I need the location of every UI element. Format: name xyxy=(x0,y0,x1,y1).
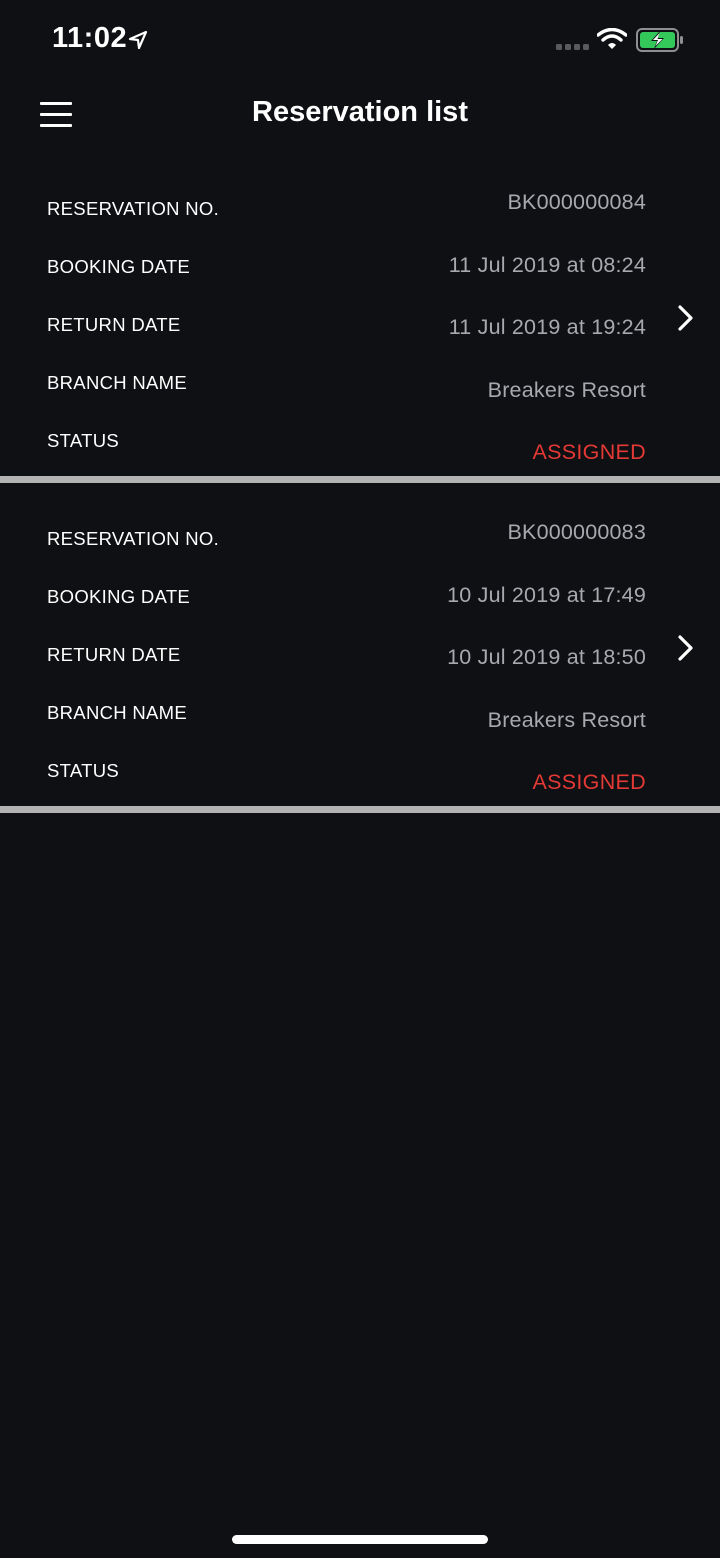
status-row: STATUS ASSIGNED xyxy=(0,412,720,464)
return-date-label: RETURN DATE xyxy=(47,314,181,335)
branch-name-label: BRANCH NAME xyxy=(47,372,188,393)
branch-name-row: BRANCH NAME Breakers Resort xyxy=(0,354,720,402)
chevron-right-icon[interactable] xyxy=(674,633,696,663)
home-indicator[interactable] xyxy=(232,1535,488,1544)
return-date-row: RETURN DATE 11 Jul 2019 at 19:24 xyxy=(0,296,720,339)
booking-date-value: 11 Jul 2019 at 08:24 xyxy=(448,253,646,277)
battery-charging-icon xyxy=(636,28,683,52)
status-bar: 11:02 xyxy=(0,0,720,80)
branch-name-value: Breakers Resort xyxy=(487,378,646,402)
wifi-icon xyxy=(597,28,627,49)
reservation-no-label: RESERVATION NO. xyxy=(47,198,220,219)
card-divider xyxy=(0,476,720,483)
reservation-no-value: BK000000084 xyxy=(507,190,646,214)
reservation-card[interactable]: RESERVATION NO. BK000000084 BOOKING DATE… xyxy=(0,180,720,480)
status-label: STATUS xyxy=(47,430,120,451)
status-time: 11:02 xyxy=(52,22,128,54)
branch-name-row: BRANCH NAME Breakers Resort xyxy=(0,684,720,732)
reservation-card[interactable]: RESERVATION NO. BK000000083 BOOKING DATE… xyxy=(0,510,720,810)
reservation-no-value: BK000000083 xyxy=(507,520,646,544)
page-title: Reservation list xyxy=(252,96,468,128)
booking-date-label: BOOKING DATE xyxy=(47,256,191,277)
signal-icon xyxy=(556,44,589,50)
branch-name-label: BRANCH NAME xyxy=(47,702,188,723)
reservation-no-label: RESERVATION NO. xyxy=(47,528,220,549)
status-row: STATUS ASSIGNED xyxy=(0,742,720,794)
booking-date-value: 10 Jul 2019 at 17:49 xyxy=(447,583,646,607)
booking-date-label: BOOKING DATE xyxy=(47,586,191,607)
return-date-value: 10 Jul 2019 at 18:50 xyxy=(447,645,646,669)
booking-date-row: BOOKING DATE 11 Jul 2019 at 08:24 xyxy=(0,238,720,278)
reservation-no-row: RESERVATION NO. BK000000084 xyxy=(0,180,720,220)
reservation-no-row: RESERVATION NO. BK000000083 xyxy=(0,510,720,550)
booking-date-row: BOOKING DATE 10 Jul 2019 at 17:49 xyxy=(0,568,720,608)
status-badge: ASSIGNED xyxy=(532,770,646,794)
location-arrow-icon xyxy=(128,30,148,50)
return-date-row: RETURN DATE 10 Jul 2019 at 18:50 xyxy=(0,626,720,669)
app-header: Reservation list xyxy=(0,80,720,152)
return-date-value: 11 Jul 2019 at 19:24 xyxy=(448,315,646,339)
chevron-right-icon[interactable] xyxy=(674,303,696,333)
branch-name-value: Breakers Resort xyxy=(487,708,646,732)
return-date-label: RETURN DATE xyxy=(47,644,181,665)
card-divider xyxy=(0,806,720,813)
status-label: STATUS xyxy=(47,760,120,781)
status-badge: ASSIGNED xyxy=(532,440,646,464)
